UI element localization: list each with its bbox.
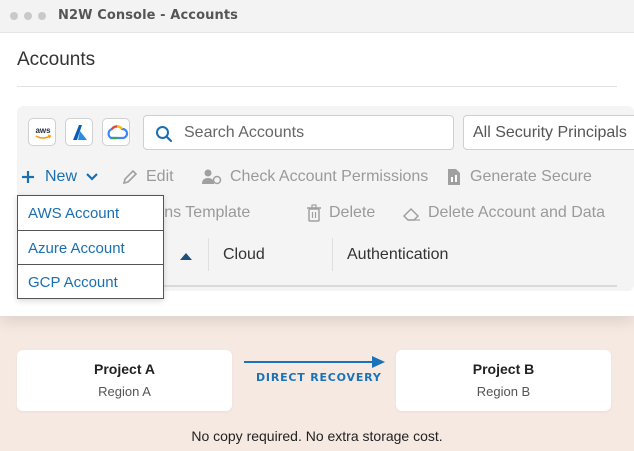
target-project-title: Project B [472, 361, 535, 377]
delete-account-data-label: Delete Account and Data [428, 204, 606, 221]
search-icon [156, 126, 173, 143]
gcp-icon [107, 125, 129, 140]
sort-ascending-icon[interactable] [179, 251, 193, 261]
new-account-menu: AWS Account Azure Account GCP Account [17, 195, 164, 299]
generate-secure-button[interactable]: Generate Secure [446, 168, 634, 186]
trash-icon [307, 204, 321, 222]
search-input[interactable] [184, 121, 444, 145]
window-dot-close[interactable] [10, 12, 18, 20]
window-dot-maximize[interactable] [38, 12, 46, 20]
window-dot-minimize[interactable] [24, 12, 32, 20]
gcp-filter-button[interactable] [102, 118, 130, 146]
title-divider [17, 86, 617, 87]
new-button-label: New [45, 168, 78, 185]
aws-filter-button[interactable]: aws [28, 118, 56, 146]
column-divider [208, 238, 209, 271]
check-permissions-button[interactable]: Check Account Permissions [201, 168, 429, 186]
permissions-template-button[interactable]: Permissions Template [160, 204, 280, 222]
generate-secure-label: Generate Secure [470, 168, 592, 185]
edit-button[interactable]: Edit [121, 168, 181, 186]
delete-button[interactable]: Delete [306, 204, 378, 222]
direct-recovery-label: DIRECT RECOVERY [256, 371, 382, 384]
svg-text:aws: aws [35, 126, 51, 135]
eraser-icon [402, 207, 420, 221]
title-bar: N2W Console - Accounts [0, 0, 634, 33]
menu-item-azure-account[interactable]: Azure Account [18, 231, 163, 265]
page-title: Accounts [17, 49, 96, 70]
check-permissions-label: Check Account Permissions [230, 168, 429, 185]
console-window: N2W Console - Accounts Accounts aws Sear… [0, 0, 634, 316]
menu-item-gcp-account[interactable]: GCP Account [18, 265, 163, 299]
diagram-footer-note: No copy required. No extra storage cost. [191, 428, 443, 444]
target-project-card: Project B Region B [396, 350, 611, 411]
security-principal-value: All Security Principals [473, 124, 627, 141]
permissions-template-label: Permissions Template [160, 204, 251, 221]
search-box [143, 115, 454, 150]
column-divider [332, 238, 333, 271]
source-project-title: Project A [94, 361, 155, 377]
edit-button-label: Edit [146, 168, 174, 185]
document-icon [448, 169, 460, 185]
chevron-down-icon [86, 173, 98, 181]
pencil-icon [122, 169, 138, 185]
security-principal-select[interactable]: All Security Principals [463, 115, 634, 150]
delete-button-label: Delete [329, 204, 376, 221]
source-project-card: Project A Region A [17, 350, 232, 411]
plus-icon [22, 171, 34, 183]
column-header-cloud[interactable]: Cloud [223, 246, 265, 264]
window-title: N2W Console - Accounts [58, 8, 238, 23]
source-project-region: Region A [98, 384, 151, 399]
azure-filter-button[interactable] [65, 118, 93, 146]
new-button[interactable]: New [20, 168, 102, 186]
aws-icon: aws [35, 126, 52, 139]
column-header-authentication[interactable]: Authentication [347, 246, 448, 264]
delete-account-data-button[interactable]: Delete Account and Data [402, 204, 634, 222]
arrow-right-icon [244, 356, 385, 368]
target-project-region: Region B [476, 384, 531, 399]
user-check-icon [202, 169, 222, 185]
azure-icon [73, 125, 87, 140]
menu-item-aws-account[interactable]: AWS Account [18, 196, 163, 230]
